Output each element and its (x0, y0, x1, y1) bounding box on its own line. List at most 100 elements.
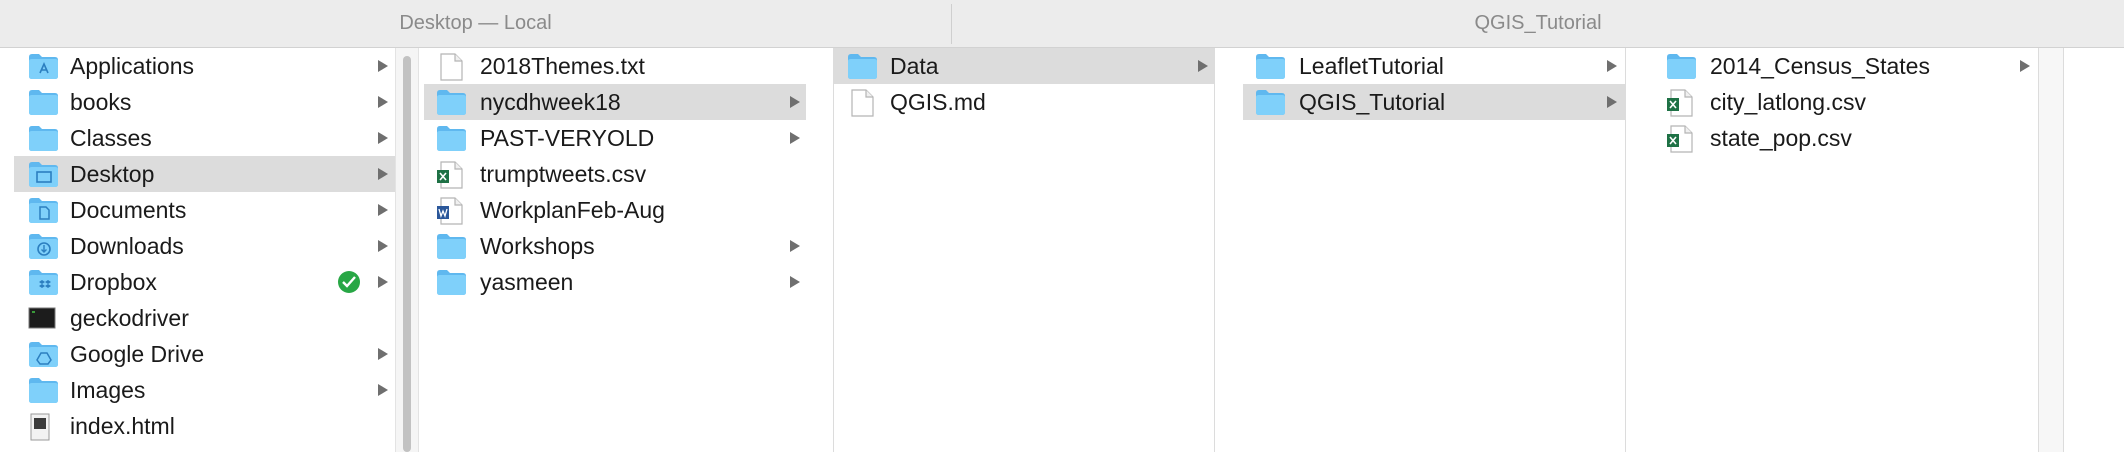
chevron-right-icon (378, 348, 388, 360)
folder-icon (847, 48, 881, 84)
list-item-label: city_latlong.csv (1710, 89, 1866, 115)
list-item[interactable]: QGIS.md (834, 84, 1214, 120)
chevron-right-icon (1607, 60, 1617, 72)
chevron-right-icon (378, 384, 388, 396)
list-item-label: state_pop.csv (1710, 125, 1852, 151)
sidebar-item-label: books (70, 89, 132, 115)
sidebar-column: Applications books Classes Desktop Docum… (0, 48, 395, 452)
sync-complete-icon (338, 271, 360, 293)
sidebar-item-dropbox[interactable]: Dropbox (0, 264, 395, 300)
list-item[interactable]: WorkplanFeb-Aug (418, 192, 806, 228)
sidebar-item-label: Desktop (70, 161, 155, 187)
list-item[interactable]: QGIS_Tutorial (1243, 84, 1625, 120)
sidebar-item-label: Classes (70, 125, 152, 151)
column-4: 2014_Census_States city_latlong.csv stat… (1654, 48, 2038, 452)
column-divider[interactable] (1625, 48, 1626, 452)
list-item[interactable]: 2018Themes.txt (418, 48, 806, 84)
list-item[interactable]: city_latlong.csv (1654, 84, 2038, 120)
sidebar-item-geckodriver[interactable]: geckodriver (0, 300, 395, 336)
sidebar-item-label: index.html (70, 413, 175, 439)
html-file-icon (28, 408, 62, 444)
list-item[interactable]: nycdhweek18 (424, 84, 806, 120)
folder-icon (436, 264, 470, 300)
column-3: LeafletTutorial QGIS_Tutorial (1243, 48, 1625, 452)
list-item-label: nycdhweek18 (480, 89, 621, 115)
sidebar-item-label: geckodriver (70, 305, 189, 331)
blank-file-icon (847, 84, 881, 120)
excel-csv-icon (1666, 84, 1700, 120)
header-left-title: Desktop — Local (399, 12, 552, 34)
sidebar-item-label: Downloads (70, 233, 184, 259)
sidebar-item-label: Images (70, 377, 146, 403)
list-item[interactable]: PAST-VERYOLD (418, 120, 806, 156)
column-divider[interactable] (1214, 48, 1215, 452)
folder-icon (1666, 48, 1700, 84)
list-item-label: QGIS_Tutorial (1299, 89, 1446, 115)
column-1: 2018Themes.txt nycdhweek18 PAST-VERYOLD … (418, 48, 806, 452)
scrollbar-thumb[interactable] (403, 56, 411, 452)
chevron-right-icon (378, 168, 388, 180)
sidebar-item-images[interactable]: Images (0, 372, 395, 408)
chevron-right-icon (378, 240, 388, 252)
sidebar-item-label: Applications (70, 53, 195, 79)
chevron-right-icon (378, 96, 388, 108)
chevron-right-icon (790, 276, 800, 288)
column-gutter (2039, 48, 2063, 452)
chevron-right-icon (790, 132, 800, 144)
column-2: Data QGIS.md (834, 48, 1214, 452)
list-item-label: 2018Themes.txt (480, 53, 645, 79)
sidebar-item-downloads[interactable]: Downloads (0, 228, 395, 264)
list-item-label: yasmeen (480, 269, 574, 295)
list-item-label: Data (890, 53, 939, 79)
list-item[interactable]: trumptweets.csv (418, 156, 806, 192)
sidebar-item-classes[interactable]: Classes (0, 120, 395, 156)
folder-icon (1255, 48, 1289, 84)
sidebar-item-google-drive[interactable]: Google Drive (0, 336, 395, 372)
sidebar-item-applications[interactable]: Applications (0, 48, 395, 84)
word-document-icon (436, 192, 470, 228)
chevron-right-icon (378, 60, 388, 72)
chevron-right-icon (378, 276, 388, 288)
google-drive-folder-icon (28, 336, 62, 372)
list-item-label: LeafletTutorial (1299, 53, 1444, 79)
excel-csv-icon (436, 156, 470, 192)
excel-csv-icon (1666, 120, 1700, 156)
list-item[interactable]: Data (834, 48, 1214, 84)
chevron-right-icon (790, 240, 800, 252)
chevron-right-icon (1607, 96, 1617, 108)
chevron-right-icon (2020, 60, 2030, 72)
list-item[interactable]: state_pop.csv (1654, 120, 2038, 156)
applications-folder-icon (28, 48, 62, 84)
sidebar-item-label: Dropbox (70, 269, 157, 295)
list-item[interactable]: 2014_Census_States (1654, 48, 2038, 84)
sidebar-item-books[interactable]: books (0, 84, 395, 120)
documents-folder-icon (28, 192, 62, 228)
header-right-title: QGIS_Tutorial (1474, 12, 1602, 34)
chevron-right-icon (378, 132, 388, 144)
folder-icon (436, 84, 470, 120)
text-file-icon (436, 48, 470, 84)
sidebar-item-desktop[interactable]: Desktop (14, 156, 395, 192)
folder-icon (1255, 84, 1289, 120)
folder-icon (436, 120, 470, 156)
list-item[interactable]: Workshops (418, 228, 806, 264)
terminal-executable-icon (28, 300, 62, 336)
folder-icon (28, 120, 62, 156)
column-divider[interactable] (2063, 48, 2064, 452)
list-item[interactable]: LeafletTutorial (1243, 48, 1625, 84)
downloads-folder-icon (28, 228, 62, 264)
window-header: Desktop — Local QGIS_Tutorial (0, 0, 2124, 48)
sidebar-item-documents[interactable]: Documents (0, 192, 395, 228)
folder-icon (28, 84, 62, 120)
sidebar-item-label: Google Drive (70, 341, 205, 367)
list-item-label: WorkplanFeb-Aug (480, 197, 665, 223)
list-item-label: PAST-VERYOLD (480, 125, 655, 151)
list-item[interactable]: yasmeen (418, 264, 806, 300)
list-item-label: QGIS.md (890, 89, 986, 115)
folder-icon (28, 372, 62, 408)
chevron-right-icon (1198, 60, 1208, 72)
chevron-right-icon (378, 204, 388, 216)
sidebar-item-index-html[interactable]: index.html (0, 408, 395, 444)
sidebar-scrollbar[interactable] (395, 48, 419, 452)
list-item-label: trumptweets.csv (480, 161, 647, 187)
